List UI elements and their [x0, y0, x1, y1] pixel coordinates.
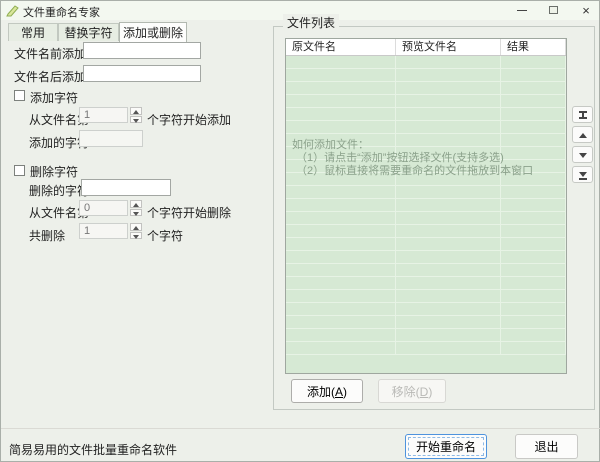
tab-add-or-delete[interactable]: 添加或删除 — [119, 22, 187, 42]
table-row — [286, 290, 566, 303]
remove-button-text-suffix: ) — [428, 385, 432, 399]
close-button[interactable]: × — [571, 1, 600, 20]
delete-chars-checkbox-label: 删除字符 — [30, 163, 78, 180]
delete-count-label-after: 个字符 — [147, 227, 183, 244]
move-to-top-button[interactable] — [572, 106, 593, 123]
delete-count-spin-up[interactable] — [130, 223, 142, 231]
table-row — [286, 251, 566, 264]
add-button-text-suffix: ) — [343, 385, 347, 399]
remove-button-text: 移除( — [392, 385, 420, 399]
table-row — [286, 342, 566, 355]
table-row — [286, 108, 566, 121]
table-row — [286, 277, 566, 290]
table-row — [286, 264, 566, 277]
add-position-spin-up[interactable] — [130, 107, 142, 115]
spin-down-icon — [133, 235, 139, 239]
add-files-hint: 如何添加文件： （1）请点击“添加”按钮选择文件(支持多选) （2）鼠标直接将需… — [292, 139, 533, 178]
delete-position-spin-up[interactable] — [130, 200, 142, 208]
add-chars-checkbox-label: 添加字符 — [30, 89, 78, 106]
spin-up-icon — [133, 226, 139, 230]
spin-up-icon — [133, 110, 139, 114]
add-files-button[interactable]: 添加(A) — [291, 379, 363, 403]
tab-common[interactable]: 常用 — [8, 23, 58, 41]
table-row — [286, 121, 566, 134]
remove-files-button: 移除(D) — [378, 379, 446, 403]
column-header-result[interactable]: 结果 — [501, 39, 566, 55]
delete-chars-checkbox[interactable] — [14, 165, 25, 176]
spin-down-icon — [133, 212, 139, 216]
table-row — [286, 56, 566, 69]
maximize-button[interactable] — [539, 1, 569, 20]
move-up-icon — [579, 133, 587, 138]
maximize-icon — [549, 6, 558, 14]
app-icon — [6, 4, 19, 17]
table-row — [286, 186, 566, 199]
delete-chars-input[interactable] — [81, 179, 171, 196]
hint-line-3: （2）鼠标直接将需要重命名的文件拖放到本窗口 — [292, 165, 533, 178]
column-header-original-name[interactable]: 原文件名 — [286, 39, 396, 55]
add-position-value: 1 — [79, 107, 128, 123]
add-position-spin-down[interactable] — [130, 116, 142, 124]
delete-position-value: 0 — [79, 200, 128, 216]
start-rename-button[interactable]: 开始重命名 — [405, 434, 487, 459]
suffix-label: 文件名后添加 — [14, 68, 86, 85]
table-row — [286, 82, 566, 95]
table-row — [286, 199, 566, 212]
delete-count-label-before: 共删除 — [29, 227, 65, 244]
add-button-mnemonic: A — [335, 385, 343, 399]
minimize-button[interactable] — [507, 1, 537, 20]
file-table-header: 原文件名 预览文件名 结果 — [286, 39, 566, 56]
add-chars-checkbox[interactable] — [14, 90, 25, 101]
table-row — [286, 329, 566, 342]
move-up-button[interactable] — [572, 126, 593, 143]
add-chars-input — [79, 130, 143, 147]
delete-chars-input-label: 删除的字符 — [29, 182, 89, 199]
move-to-bottom-icon — [579, 171, 587, 180]
hint-line-1: 如何添加文件： — [292, 139, 533, 152]
file-list-group-label: 文件列表 — [283, 14, 339, 31]
table-row — [286, 95, 566, 108]
hint-line-2: （1）请点击“添加”按钮选择文件(支持多选) — [292, 152, 533, 165]
move-to-top-icon — [579, 111, 587, 119]
delete-position-label-after: 个字符开始删除 — [147, 204, 231, 221]
move-to-bottom-button[interactable] — [572, 166, 593, 183]
table-row — [286, 69, 566, 82]
move-down-icon — [579, 153, 587, 158]
table-row — [286, 303, 566, 316]
file-table[interactable]: 原文件名 预览文件名 结果 如何添加文件： （1）请点击“添加”按钮选择文件(支… — [285, 38, 567, 374]
table-row — [286, 225, 566, 238]
delete-position-spin-down[interactable] — [130, 209, 142, 217]
file-table-body[interactable] — [286, 56, 566, 355]
suffix-input[interactable] — [83, 65, 201, 82]
add-button-text: 添加( — [307, 385, 335, 399]
tab-replace-chars[interactable]: 替换字符 — [58, 23, 119, 41]
delete-count-spinner: 1 — [79, 223, 142, 239]
delete-count-spin-down[interactable] — [130, 232, 142, 240]
delete-count-value: 1 — [79, 223, 128, 239]
spin-up-icon — [133, 203, 139, 207]
minimize-icon — [517, 10, 527, 11]
add-position-spinner: 1 — [79, 107, 142, 123]
table-row — [286, 212, 566, 225]
app-window: 文件重命名专家 × 常用 替换字符 添加或删除 文件名前添加 文件名后添加 添加… — [0, 0, 600, 462]
spin-down-icon — [133, 119, 139, 123]
footer-divider — [1, 428, 600, 429]
table-row — [286, 238, 566, 251]
exit-button[interactable]: 退出 — [515, 434, 578, 459]
window-title: 文件重命名专家 — [23, 4, 100, 20]
prefix-label: 文件名前添加 — [14, 45, 86, 62]
table-row — [286, 316, 566, 329]
add-position-label-after: 个字符开始添加 — [147, 111, 231, 128]
move-down-button[interactable] — [572, 146, 593, 163]
column-header-preview-name[interactable]: 预览文件名 — [396, 39, 501, 55]
delete-position-spinner: 0 — [79, 200, 142, 216]
prefix-input[interactable] — [83, 42, 201, 59]
status-text: 简易易用的文件批量重命名软件 — [9, 441, 177, 458]
